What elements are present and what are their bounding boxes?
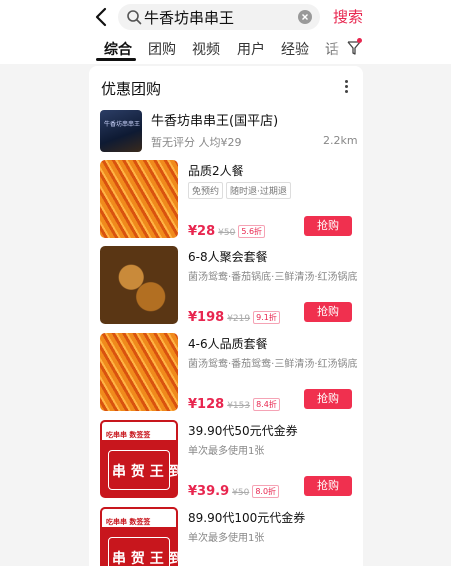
shop-thumb-sign: 牛香坊串串王 <box>104 121 141 128</box>
tab-video[interactable]: 视频 <box>192 39 220 59</box>
buy-button[interactable]: 抢购 <box>304 302 352 322</box>
search-icon <box>127 10 142 25</box>
back-arrow-icon[interactable] <box>92 6 112 28</box>
coupon-banner-text: 吃串串 数签签 <box>106 518 151 526</box>
clear-icon[interactable] <box>298 10 312 24</box>
tab-general[interactable]: 综合 <box>104 39 132 59</box>
coupon-banner: 吃串串 数签签 <box>100 507 178 529</box>
coupon-body-text: 串 贺 王 到 <box>112 464 178 480</box>
coupon-body: 串 贺 王 到 <box>108 450 178 490</box>
original-price: ¥50 <box>218 228 236 238</box>
deal-image: 吃串串 数签签 串 贺 王 到 <box>100 507 178 566</box>
top-bar: 牛香坊串串王 搜索 <box>0 0 451 34</box>
shop-name[interactable]: 牛香坊串串王(国平店) <box>151 110 278 129</box>
deal-item[interactable]: 4-6人品质套餐 菌汤鸳鸯·番茄鸳鸯·三鲜清汤·红汤锅底 ¥128 ¥153 8.4… <box>100 333 358 412</box>
original-price: ¥219 <box>227 314 251 324</box>
deal-description: 菌汤鸳鸯·番茄锅底·三鲜清汤·红汤锅底 <box>188 272 358 283</box>
original-price: ¥153 <box>227 401 251 411</box>
search-button[interactable]: 搜索 <box>333 6 363 27</box>
shop-distance: 2.2km <box>323 134 358 147</box>
deal-image <box>100 333 178 411</box>
coupon-body: 串 贺 王 到 <box>108 537 178 566</box>
buy-button[interactable]: 抢购 <box>304 389 352 409</box>
deal-item[interactable]: 吃串串 数签签 串 贺 王 到 89.90代100元代金券 单次最多使用1张 <box>100 507 356 566</box>
tab-users[interactable]: 用户 <box>237 39 265 59</box>
deal-description: 单次最多使用1张 <box>188 533 265 544</box>
active-tab-indicator <box>96 58 136 61</box>
deal-name: 89.90代100元代金券 <box>188 511 306 525</box>
deal-price: ¥128 <box>188 397 225 412</box>
more-vertical-icon[interactable] <box>345 80 349 94</box>
shop-thumbnail[interactable]: 牛香坊串串王 <box>100 110 142 152</box>
discount-badge: 9.1折 <box>253 311 280 324</box>
buy-button[interactable]: 抢购 <box>304 216 352 236</box>
card-title: 优惠团购 <box>101 80 162 98</box>
deal-description: 菌汤鸳鸯·番茄鸳鸯·三鲜清汤·红汤锅底 <box>188 359 358 370</box>
discount-badge: 8.0折 <box>252 485 280 498</box>
deal-price: ¥198 <box>188 310 225 325</box>
discount-badge: 5.6折 <box>238 225 266 238</box>
category-tabs: 综合 团购 视频 用户 经验 话 <box>0 34 451 64</box>
deal-price: ¥39.9 <box>188 484 230 499</box>
buy-button[interactable]: 抢购 <box>304 476 352 496</box>
price-row: ¥198 ¥219 9.1折 <box>188 306 280 325</box>
coupon-body-text: 串 贺 王 到 <box>112 551 178 566</box>
deal-price: ¥28 <box>188 224 216 239</box>
deal-description: 单次最多使用1张 <box>188 446 265 457</box>
search-query: 牛香坊串串王 <box>144 9 235 27</box>
shop-rating-price: 暂无评分 人均¥29 <box>151 136 242 149</box>
deal-item[interactable]: 吃串串 数签签 串 贺 王 到 39.90代50元代金券 单次最多使用1张 ¥3… <box>100 420 356 499</box>
search-input[interactable]: 牛香坊串串王 <box>118 4 320 30</box>
deal-name: 39.90代50元代金券 <box>188 424 298 438</box>
price-row: ¥128 ¥153 8.4折 <box>188 393 280 412</box>
deal-item[interactable]: 品质2人餐 免预约 随时退·过期退 ¥28 ¥50 5.6折 抢购 <box>100 160 356 239</box>
deal-name: 4-6人品质套餐 <box>188 337 268 351</box>
coupon-banner: 吃串串 数签签 <box>100 420 178 442</box>
price-row: ¥28 ¥50 5.6折 <box>188 220 266 239</box>
coupon-banner-text: 吃串串 数签签 <box>106 431 151 439</box>
notification-dot <box>357 38 362 43</box>
deal-image <box>100 246 178 324</box>
price-row: ¥39.9 ¥50 8.0折 <box>188 480 280 499</box>
deal-tag: 随时退·过期退 <box>226 182 291 199</box>
deal-tag: 免预约 <box>188 182 224 199</box>
original-price: ¥50 <box>232 488 250 498</box>
deal-tags: 免预约 随时退·过期退 <box>188 182 291 199</box>
group-buy-card: 优惠团购 牛香坊串串王 牛香坊串串王(国平店) 暂无评分 人均¥29 2.2km… <box>89 66 363 566</box>
deal-item[interactable]: 6-8人聚会套餐 菌汤鸳鸯·番茄锅底·三鲜清汤·红汤锅底 ¥198 ¥219 9.1… <box>100 246 358 325</box>
tab-fade <box>320 34 350 64</box>
deal-name: 6-8人聚会套餐 <box>188 250 268 264</box>
discount-badge: 8.4折 <box>253 398 280 411</box>
deal-image: 吃串串 数签签 串 贺 王 到 <box>100 420 178 498</box>
deal-name: 品质2人餐 <box>188 164 244 178</box>
tab-group-buy[interactable]: 团购 <box>148 39 176 59</box>
tab-experience[interactable]: 经验 <box>281 39 309 59</box>
deal-image <box>100 160 178 238</box>
